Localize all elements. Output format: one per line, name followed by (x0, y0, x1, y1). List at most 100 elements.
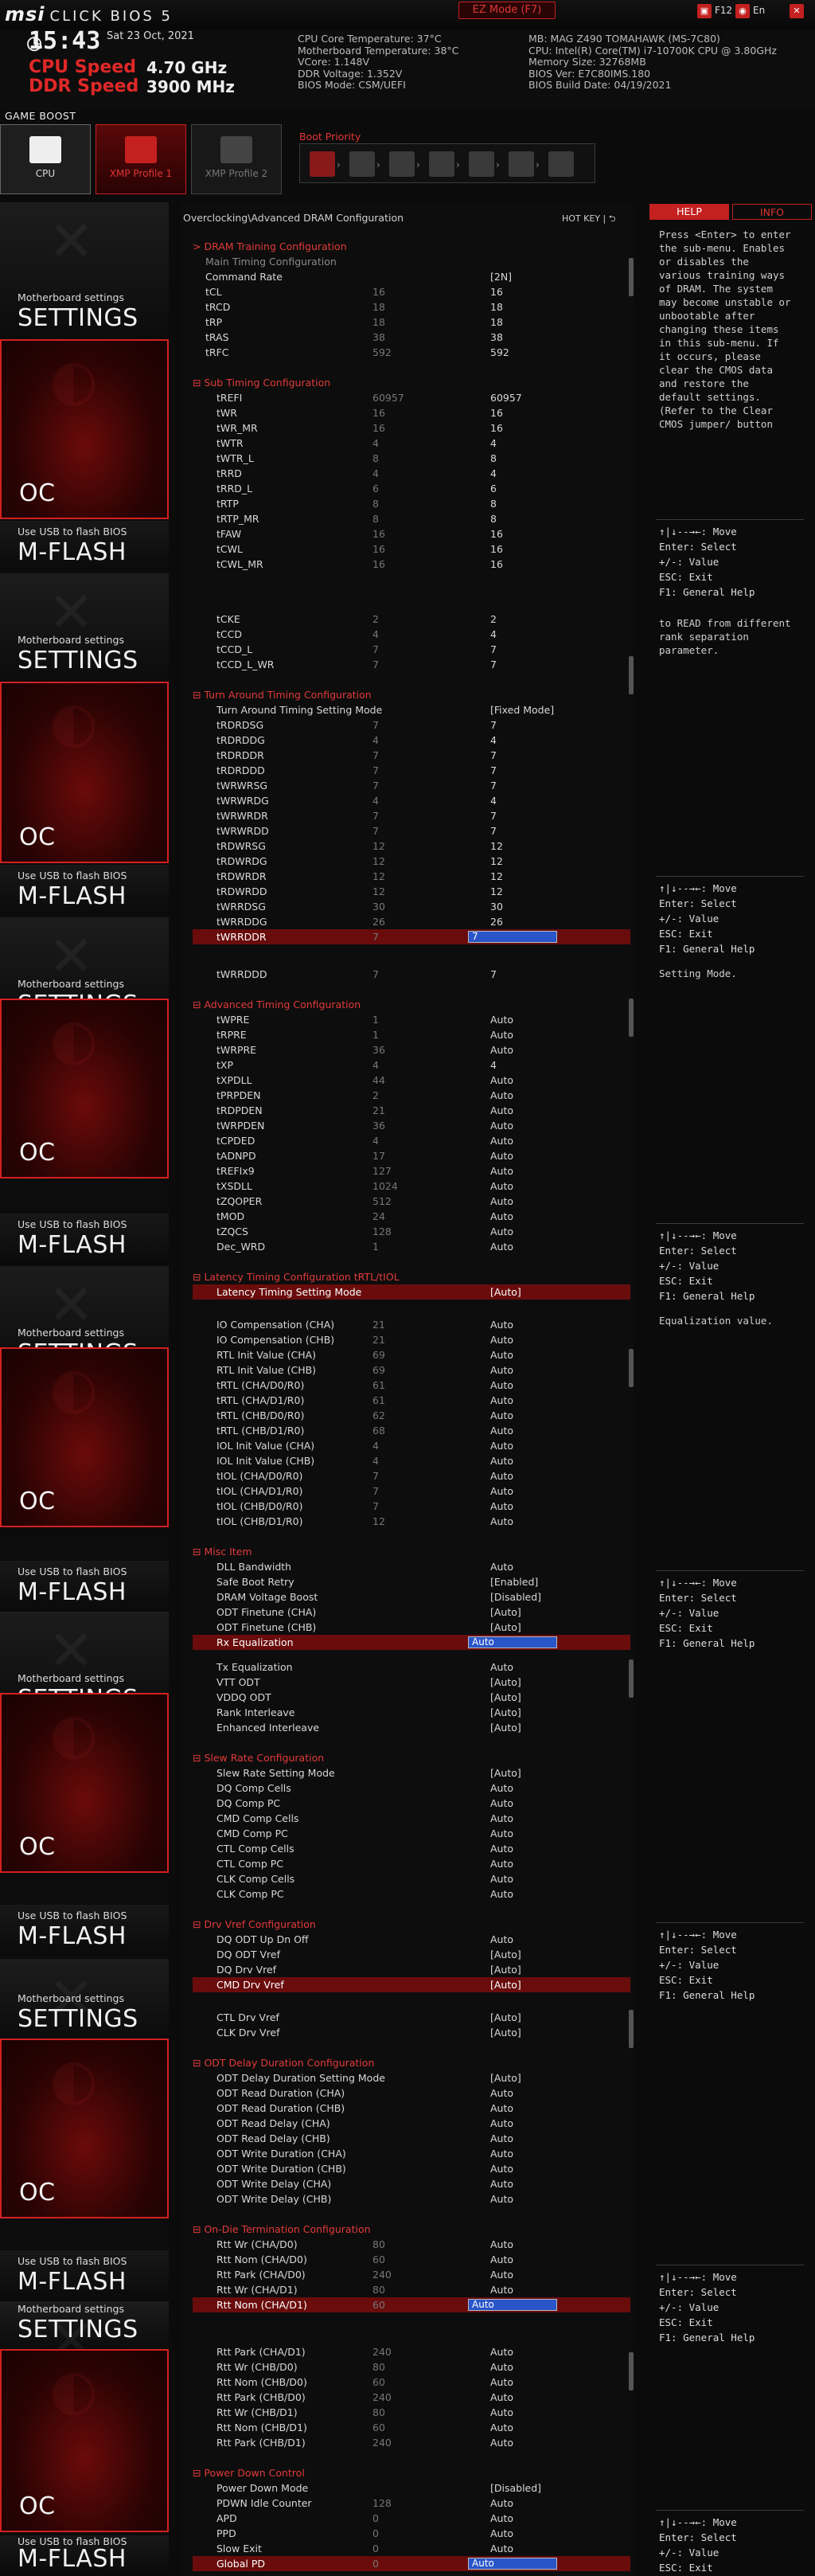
sidebar-item-mflash[interactable]: Use USB to flash BIOS M-FLASH (0, 2535, 169, 2576)
setting-row[interactable]: tRDWRDG 12 12 (193, 854, 630, 869)
sidebar-item-oc[interactable]: ◐ OC (0, 1347, 169, 1527)
setting-row[interactable]: tREFI 60957 60957 (193, 390, 630, 405)
setting-row[interactable]: tRTL (CHA/D1/R0) 61 Auto (193, 1393, 630, 1408)
setting-row[interactable]: CLK Drv Vref [Auto] (193, 2025, 630, 2040)
setting-row[interactable]: tWRPRE 36 Auto (193, 1042, 630, 1057)
setting-row[interactable]: tIOL (CHB/D1/R0) 12 Auto (193, 1514, 630, 1529)
setting-row[interactable]: DRAM Voltage Boost [Disabled] (193, 1589, 630, 1605)
setting-row[interactable]: ⊟ Advanced Timing Configuration (193, 997, 630, 1012)
setting-row[interactable]: tADNPD 17 Auto (193, 1148, 630, 1163)
setting-row[interactable]: ⊟ Drv Vref Configuration (193, 1917, 630, 1932)
setting-row[interactable]: CTL Comp Cells Auto (193, 1841, 630, 1856)
setting-row[interactable]: Rtt Park (CHB/D0) 240 Auto (193, 2390, 630, 2405)
setting-row[interactable]: Rtt Park (CHA/D0) 240 Auto (193, 2267, 630, 2282)
setting-row[interactable]: ODT Write Delay (CHA) Auto (193, 2176, 630, 2191)
setting-row[interactable]: ⊟ Sub Timing Configuration (193, 375, 630, 390)
setting-row[interactable]: DQ ODT Up Dn Off Auto (193, 1932, 630, 1947)
setting-row[interactable]: tCCD_L_WR 7 7 (193, 657, 630, 672)
setting-row[interactable]: Command Rate [2N] (193, 269, 630, 284)
sidebar-item-settings[interactable]: ✕Motherboard settingsSETTINGS (0, 202, 169, 338)
boot-device-icon[interactable] (349, 151, 375, 177)
sidebar-item-oc[interactable]: ◐ OC (0, 2349, 169, 2532)
setting-row[interactable]: tZQOPER 512 Auto (193, 1194, 630, 1209)
setting-row[interactable]: CLK Comp Cells Auto (193, 1871, 630, 1886)
setting-row[interactable]: ⊟ Turn Around Timing Configuration (193, 687, 630, 702)
setting-row[interactable]: tWPRE 1 Auto (193, 1012, 630, 1027)
sidebar-item-mflash[interactable]: Use USB to flash BIOS M-FLASH (0, 1214, 169, 1265)
setting-row[interactable]: tRAS 38 38 (193, 330, 630, 345)
sidebar-item-settings[interactable]: ✕Motherboard settingsSETTINGS (0, 1959, 169, 2039)
scrollbar[interactable] (629, 1349, 634, 1387)
setting-row[interactable]: DQ Comp PC Auto (193, 1796, 630, 1811)
setting-row[interactable]: tCCD 4 4 (193, 627, 630, 642)
tab-xmp-profile-2[interactable]: XMP Profile 2 (191, 124, 282, 194)
setting-row[interactable]: Rtt Nom (CHB/D0) 60 Auto (193, 2375, 630, 2390)
setting-row[interactable]: ⊟ Slew Rate Configuration (193, 1750, 630, 1765)
setting-row[interactable]: ODT Finetune (CHB) [Auto] (193, 1620, 630, 1635)
sidebar-item-oc[interactable]: ◐ OC (0, 1693, 169, 1873)
setting-row[interactable]: ODT Finetune (CHA) [Auto] (193, 1605, 630, 1620)
setting-row[interactable]: tZQCS 128 Auto (193, 1224, 630, 1239)
setting-row[interactable]: Rx Equalization Auto (193, 1635, 630, 1650)
setting-row[interactable]: CTL Comp PC Auto (193, 1856, 630, 1871)
setting-row[interactable]: APD 0 Auto (193, 2511, 630, 2526)
setting-row[interactable]: Rtt Nom (CHA/D1) 60 Auto (193, 2297, 630, 2312)
sidebar-item-settings[interactable]: ✕Motherboard settingsSETTINGS (0, 573, 169, 680)
boot-device-icon[interactable] (389, 151, 415, 177)
setting-row[interactable]: ⊟ Latency Timing Configuration tRTL/tIOL (193, 1269, 630, 1284)
sidebar-item-oc[interactable]: ◐ OC (0, 682, 169, 863)
setting-row[interactable]: tWRRDDG 26 26 (193, 914, 630, 929)
scrollbar[interactable] (629, 656, 634, 694)
scrollbar[interactable] (629, 1659, 634, 1698)
setting-row[interactable]: > DRAM Training Configuration (193, 239, 630, 254)
setting-row[interactable]: DQ Comp Cells Auto (193, 1781, 630, 1796)
setting-row[interactable]: CLK Comp PC Auto (193, 1886, 630, 1902)
setting-row[interactable]: Tx Equalization Auto (193, 1659, 630, 1675)
setting-row[interactable]: Dec_WRD 1 Auto (193, 1239, 630, 1254)
tab-info[interactable]: INFO (732, 204, 812, 220)
setting-row[interactable]: Global PD 0 Auto (193, 2556, 630, 2571)
setting-row[interactable]: ODT Delay Duration Setting Mode [Auto] (193, 2070, 630, 2085)
setting-row[interactable]: Rtt Nom (CHB/D1) 60 Auto (193, 2420, 630, 2435)
value-input[interactable]: 7 (468, 931, 557, 943)
setting-row[interactable]: tPRPDEN 2 Auto (193, 1088, 630, 1103)
setting-row[interactable]: Rtt Park (CHB/D1) 240 Auto (193, 2435, 630, 2450)
hotkey-button[interactable]: HOT KEY | ⮌ (562, 212, 616, 227)
setting-row[interactable]: Rank Interleave [Auto] (193, 1705, 630, 1720)
setting-row[interactable]: ODT Read Delay (CHA) Auto (193, 2116, 630, 2131)
setting-row[interactable]: ODT Write Delay (CHB) Auto (193, 2191, 630, 2207)
setting-row[interactable]: tRDRDDR 7 7 (193, 748, 630, 763)
setting-row[interactable]: tWRPDEN 36 Auto (193, 1118, 630, 1133)
setting-row[interactable]: Rtt Wr (CHA/D1) 80 Auto (193, 2282, 630, 2297)
setting-row[interactable]: ⊟ Misc Item (193, 1544, 630, 1559)
setting-row[interactable]: Rtt Wr (CHA/D0) 80 Auto (193, 2237, 630, 2252)
setting-row[interactable]: tWRWRDR 7 7 (193, 808, 630, 823)
boot-device-usb-icon[interactable] (310, 151, 335, 177)
game-boost-label[interactable]: GAME BOOST (5, 110, 76, 122)
setting-row[interactable]: tXP 4 4 (193, 1057, 630, 1073)
setting-row[interactable]: tRFC 592 592 (193, 345, 630, 360)
setting-row[interactable]: DQ ODT Vref [Auto] (193, 1947, 630, 1962)
scrollbar[interactable] (629, 258, 634, 296)
setting-row[interactable]: tWR 16 16 (193, 405, 630, 420)
boot-device-icon[interactable] (509, 151, 534, 177)
setting-row[interactable]: tRPRE 1 Auto (193, 1027, 630, 1042)
sidebar-item-mflash[interactable]: Use USB to flash BIOS M-FLASH (0, 1905, 169, 1956)
sidebar-item-settings[interactable]: ✕Motherboard settingsSETTINGS (0, 2301, 169, 2349)
setting-row[interactable]: tRCD 18 18 (193, 299, 630, 315)
setting-row[interactable]: tRDRDDD 7 7 (193, 763, 630, 778)
setting-row[interactable]: tCKE 2 2 (193, 612, 630, 627)
setting-row[interactable]: Rtt Nom (CHA/D0) 60 Auto (193, 2252, 630, 2267)
setting-row[interactable]: Rtt Park (CHA/D1) 240 Auto (193, 2344, 630, 2359)
setting-row[interactable]: tXSDLL 1024 Auto (193, 1179, 630, 1194)
scrollbar[interactable] (629, 2010, 634, 2048)
setting-row[interactable]: IO Compensation (CHB) 21 Auto (193, 1332, 630, 1347)
setting-row[interactable]: ⊟ ODT Delay Duration Configuration (193, 2055, 630, 2070)
setting-row[interactable]: tCCD_L 7 7 (193, 642, 630, 657)
sidebar-item-mflash[interactable]: Use USB to flash BIOS M-FLASH (0, 2250, 169, 2301)
setting-row[interactable]: tWRRDSG 30 30 (193, 899, 630, 914)
setting-row[interactable]: tRDRDSG 7 7 (193, 717, 630, 733)
setting-row[interactable]: ODT Write Duration (CHA) Auto (193, 2146, 630, 2161)
scrollbar[interactable] (629, 2352, 634, 2390)
setting-row[interactable]: tRRD 4 4 (193, 466, 630, 481)
